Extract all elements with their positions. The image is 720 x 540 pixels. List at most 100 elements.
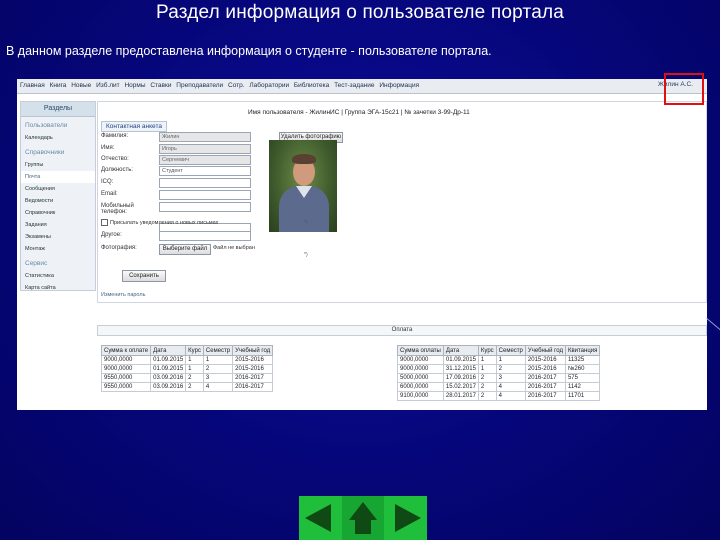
table-header-row: Сумма к оплате Дата Курс Семестр Учебный год [100, 345, 274, 356]
table-cell: 2 [477, 373, 497, 383]
field-label: Отчество: [101, 156, 129, 162]
profile-header: Имя пользователя - ЖилинИС | Группа ЭГА-… [248, 109, 470, 116]
photo-row: Фотография: Выберите файл Файл не выбран [101, 244, 301, 255]
sidebar-item[interactable]: Справочники [21, 147, 95, 159]
sidebar-item[interactable]: Экзамены [21, 231, 95, 243]
form-row: Email: [101, 190, 261, 200]
table-cell: 2 [185, 373, 204, 383]
sidebar-item[interactable]: Почта [21, 171, 95, 183]
nav-item[interactable]: Ставки [150, 82, 171, 89]
nav-item[interactable]: Изб.лит [96, 82, 120, 89]
table-cell: 575 [564, 373, 601, 383]
required-mark: *) [304, 252, 308, 258]
table-cell: 03.09.2016 [150, 382, 187, 392]
sidebar-item[interactable]: Ведомости [21, 195, 95, 207]
form-row: Фамилия: Жилин [101, 132, 261, 142]
column-header: Семестр [495, 345, 526, 356]
sidebar-list: Пользователи Календарь Справочники Группы По… [21, 120, 95, 294]
field-label: ICQ: [101, 179, 114, 185]
notify-checkbox-row[interactable]: Присылать уведомления о новых письмах [101, 219, 218, 226]
save-button[interactable]: Сохранить [122, 270, 166, 282]
other-row: Другое: [101, 231, 261, 241]
field-label: Фамилия: [101, 133, 129, 139]
change-password-link[interactable]: Изменить пароль [101, 292, 145, 298]
column-header: Квитанция [564, 345, 601, 356]
table-cell: 4 [202, 382, 234, 392]
sidebar-header: Разделы [21, 102, 95, 117]
field-input[interactable] [159, 190, 251, 200]
form-row: Отчество: Сергеевич [101, 155, 261, 165]
arrow-left-icon [305, 504, 331, 532]
table-cell: 2016-2017 [232, 373, 274, 383]
field-input: Сергеевич [159, 155, 251, 165]
nav-item[interactable]: Библиотека [294, 82, 329, 89]
column-header: Сумма оплаты [397, 345, 444, 356]
sidebar-item[interactable]: Сервис [21, 258, 95, 270]
table-cell: 2016-2017 [232, 382, 274, 392]
table-cell: 31.12.2015 [442, 364, 479, 374]
portal-screenshot: Главная Книга Новые Изб.лит Нормы Ставки… [17, 79, 707, 410]
table-cell: 3 [495, 373, 526, 383]
nav-item[interactable]: Сотр. [228, 82, 245, 89]
table-row: 9000,0000 01.09.2015 1 1 2015-2016 11325 [397, 355, 601, 365]
profile-panel: Имя пользователя - ЖилинИС | Группа ЭГА-… [97, 101, 707, 303]
table-cell: 1 [185, 364, 204, 374]
nav-item[interactable]: Нормы [124, 82, 145, 89]
table-cell: 1 [477, 364, 497, 374]
file-status: Файл не выбран [213, 245, 255, 251]
field-input[interactable]: Студент [159, 166, 251, 176]
table-cell: 4 [495, 391, 526, 401]
table-cell: 2015-2016 [524, 355, 566, 365]
nav-item[interactable]: Новые [71, 82, 91, 89]
user-photo [269, 140, 337, 232]
sidebar-item[interactable]: Статистика [21, 270, 95, 282]
required-mark: *) [304, 220, 308, 226]
nav-item[interactable]: Преподаватели [176, 82, 223, 89]
table-cell: 01.09.2015 [150, 355, 187, 365]
nav-item[interactable]: Книга [50, 82, 67, 89]
column-header: Учебный год [232, 345, 274, 356]
nav-item[interactable]: Лаборатории [249, 82, 289, 89]
table-cell: 9000,0000 [100, 355, 152, 365]
column-header: Семестр [202, 345, 234, 356]
sidebar-item[interactable]: Пользователи [21, 120, 95, 132]
form-row: Должность: Студент [101, 166, 261, 176]
slide-title: Раздел информация о пользователе портала [155, 2, 565, 23]
table-cell: 2 [185, 382, 204, 392]
nav-item[interactable]: Главная [20, 82, 45, 89]
sidebar-item[interactable]: Справочник [21, 207, 95, 219]
table-cell: №260 [564, 364, 601, 374]
home-slide-button[interactable] [342, 496, 384, 540]
table-cell: 17.09.2016 [442, 373, 479, 383]
table-cell: 2 [477, 382, 497, 392]
table-cell: 15.02.2017 [442, 382, 479, 392]
browse-file-button[interactable]: Выберите файл [159, 244, 211, 255]
sidebar-item[interactable]: Календарь [21, 132, 95, 144]
table-cell: 1142 [564, 382, 601, 392]
other-input[interactable] [159, 231, 251, 241]
sidebar-item[interactable]: Задания [21, 219, 95, 231]
sidebar-item[interactable]: Сообщения [21, 183, 95, 195]
sidebar-item[interactable]: Монтаж [21, 243, 95, 255]
field-input[interactable] [159, 178, 251, 188]
next-slide-button[interactable] [385, 496, 427, 540]
nav-item[interactable]: Тест-задание [334, 82, 374, 89]
arrow-right-icon [395, 504, 421, 532]
table-cell: 9000,0000 [100, 364, 152, 374]
table-row: 9000,0000 31.12.2015 1 2 2015-2016 №260 [397, 364, 601, 374]
column-header: Курс [477, 345, 497, 356]
prev-slide-button[interactable] [299, 496, 341, 540]
table-row: 5000,0000 17.09.2016 2 3 2016-2017 575 [397, 373, 601, 383]
tab-contacts[interactable]: Контактная анкета [101, 121, 167, 132]
table-cell: 9000,0000 [397, 364, 444, 374]
field-input[interactable] [159, 202, 251, 212]
table-cell: 01.09.2015 [442, 355, 479, 365]
sidebar: Разделы Пользователи Календарь Справочники… [20, 101, 96, 291]
notify-checkbox[interactable] [101, 219, 108, 226]
sidebar-item[interactable]: Карта сайта [21, 282, 95, 294]
field-label: Мобильный телефон: [101, 203, 134, 215]
sidebar-item[interactable]: Группы [21, 159, 95, 171]
table-row: 9550,0000 03.09.2016 2 4 2016-2017 [100, 382, 274, 392]
nav-item[interactable]: Информация [379, 82, 419, 89]
table-cell: 2 [477, 391, 497, 401]
